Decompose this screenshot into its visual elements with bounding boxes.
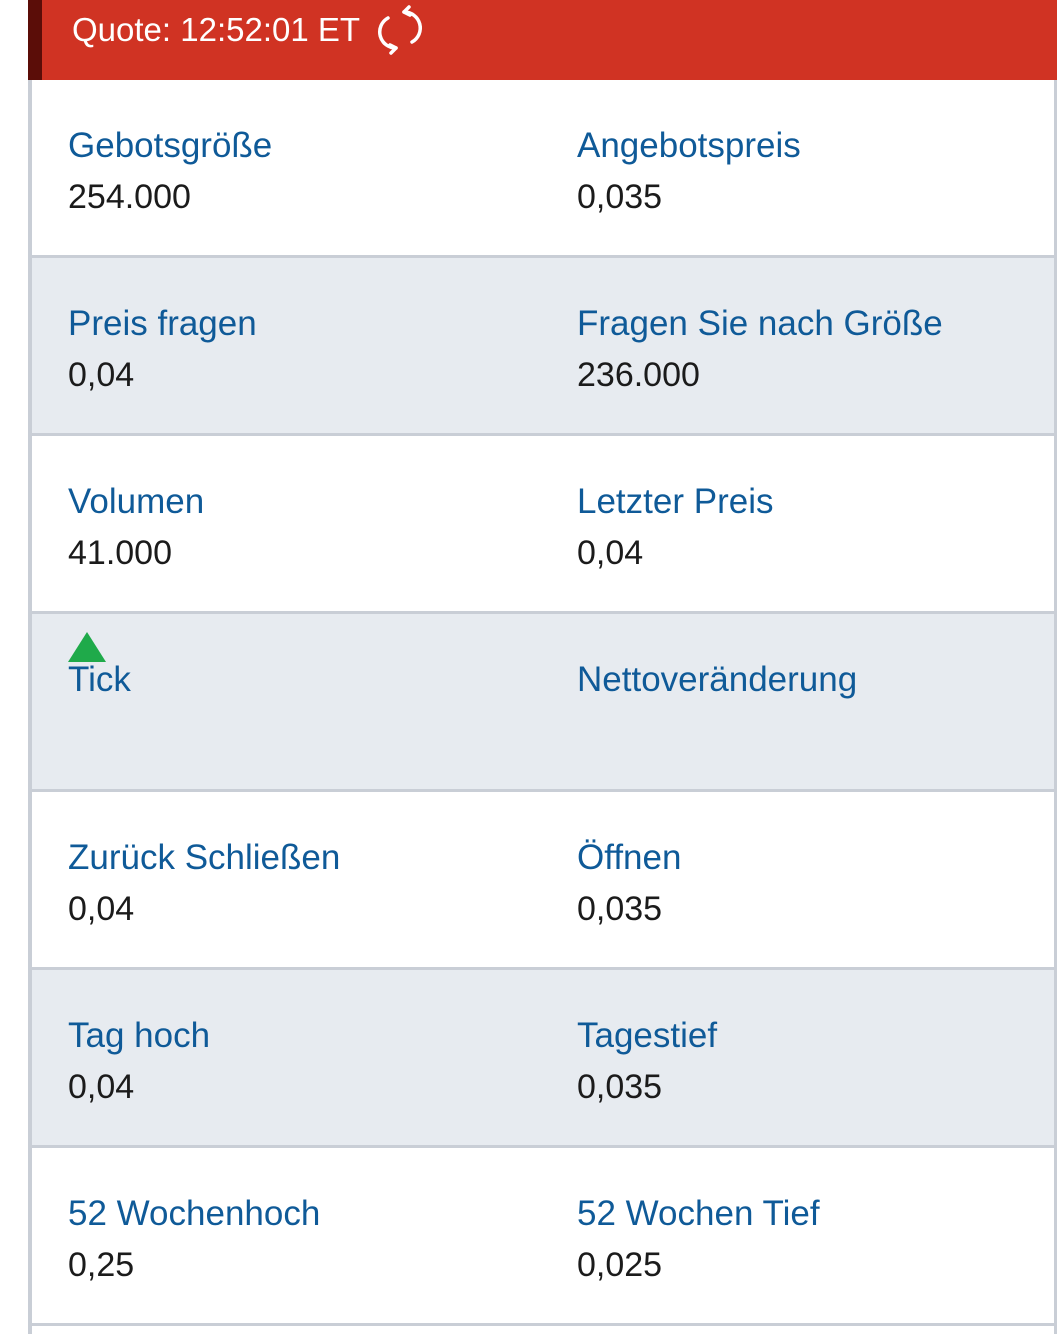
week-52-low-value: 0,025 xyxy=(577,1246,663,1284)
panel-left-border xyxy=(28,80,32,1334)
ask-size-value: 236.000 xyxy=(577,356,700,394)
prev-close-label: Zurück Schließen xyxy=(68,838,341,877)
day-high-label: Tag hoch xyxy=(68,1016,211,1055)
quote-row-ask: Preis fragen 0,04 Fragen Sie nach Größe … xyxy=(32,258,1054,436)
quote-details-table: Gebotsgröße 254.000 Angebotspreis 0,035 … xyxy=(32,80,1054,1326)
offer-price-label: Angebotspreis xyxy=(577,126,801,165)
ask-size-label: Fragen Sie nach Größe xyxy=(577,304,943,343)
quote-row-volume: Volumen 41.000 Letzter Preis 0,04 xyxy=(32,436,1054,614)
open-label: Öffnen xyxy=(577,838,682,877)
quote-row-day-range: Tag hoch 0,04 Tagestief 0,035 xyxy=(32,970,1054,1148)
tick-label: Tick xyxy=(68,660,131,699)
header-edge-accent xyxy=(28,0,42,80)
open-value: 0,035 xyxy=(577,890,663,928)
offer-price-value: 0,035 xyxy=(577,178,663,216)
quote-panel: Quote: 12:52:01 ET Gebotsgröße 254.000 A… xyxy=(0,0,1061,1334)
day-high-value: 0,04 xyxy=(68,1068,135,1106)
refresh-icon[interactable] xyxy=(374,4,426,56)
ask-price-value: 0,04 xyxy=(68,356,135,394)
quote-row-bid: Gebotsgröße 254.000 Angebotspreis 0,035 xyxy=(32,80,1054,258)
quote-row-prev-close: Zurück Schließen 0,04 Öffnen 0,035 xyxy=(32,792,1054,970)
quote-row-52-week: 52 Wochenhoch 0,25 52 Wochen Tief 0,025 xyxy=(32,1148,1054,1326)
last-price-label: Letzter Preis xyxy=(577,482,774,521)
quote-timestamp: Quote: 12:52:01 ET xyxy=(72,11,361,48)
last-price-value: 0,04 xyxy=(577,534,644,572)
week-52-high-value: 0,25 xyxy=(68,1246,135,1284)
week-52-high-label: 52 Wochenhoch xyxy=(68,1194,321,1233)
triangle-up-icon xyxy=(68,632,106,662)
week-52-low-label: 52 Wochen Tief xyxy=(577,1194,820,1233)
day-low-value: 0,035 xyxy=(577,1068,663,1106)
left-gutter xyxy=(0,0,28,1334)
bid-size-value: 254.000 xyxy=(68,178,191,216)
volume-label: Volumen xyxy=(68,482,205,521)
bid-size-label: Gebotsgröße xyxy=(68,126,273,165)
prev-close-value: 0,04 xyxy=(68,890,135,928)
net-change-label: Nettoveränderung xyxy=(577,660,858,699)
volume-value: 41.000 xyxy=(68,534,172,572)
quote-row-tick: Tick Nettoveränderung xyxy=(32,614,1054,792)
panel-right-border xyxy=(1054,80,1057,1334)
day-low-label: Tagestief xyxy=(577,1016,718,1055)
ask-price-label: Preis fragen xyxy=(68,304,257,343)
